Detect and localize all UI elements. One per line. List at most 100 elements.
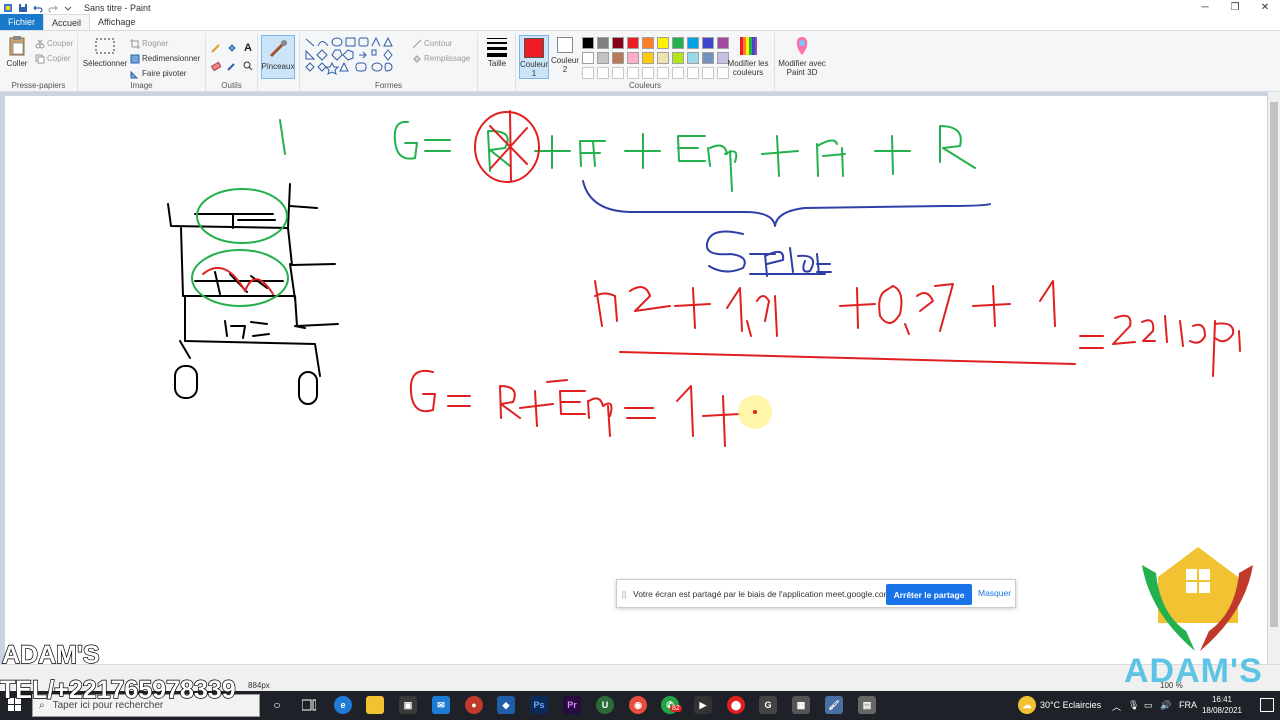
color1-button[interactable]: Couleur 1	[519, 35, 549, 79]
file-explorer-icon[interactable]	[366, 696, 384, 714]
custom-swatch[interactable]	[612, 67, 624, 79]
custom-swatch[interactable]	[582, 67, 594, 79]
drag-handle-icon[interactable]: ||	[617, 589, 631, 599]
canvas-size-readout: 884px	[248, 681, 270, 690]
network-icon[interactable]: ▭	[1144, 700, 1153, 711]
notification-icon[interactable]	[1260, 698, 1274, 712]
palette-swatch[interactable]	[612, 37, 624, 49]
mail-icon[interactable]: ✉	[432, 696, 450, 714]
recorder-icon[interactable]: ⬤	[727, 696, 745, 714]
eraser-icon[interactable]	[211, 61, 221, 71]
close-icon[interactable]: ✕	[1250, 0, 1280, 15]
media-player-icon[interactable]: ▶	[694, 696, 712, 714]
group-label-colors: Couleurs	[628, 81, 661, 90]
cursor-dot	[753, 410, 757, 414]
palette-swatch[interactable]	[702, 37, 714, 49]
palette-swatch[interactable]	[627, 37, 639, 49]
select-button[interactable]: Sélectionner	[82, 35, 128, 68]
custom-swatch[interactable]	[672, 67, 684, 79]
custom-swatch[interactable]	[687, 67, 699, 79]
cut-button[interactable]: Couper	[47, 39, 73, 48]
palette-swatch[interactable]	[642, 37, 654, 49]
fill-bucket-icon[interactable]	[227, 43, 237, 53]
edit-colors-button[interactable]: Modifier les couleurs	[724, 35, 772, 77]
tab-view[interactable]: Affichage	[90, 14, 143, 30]
undo-icon[interactable]	[33, 3, 43, 13]
magnifier-icon[interactable]	[243, 61, 253, 71]
color-picker-icon[interactable]	[227, 61, 237, 71]
restore-icon[interactable]: ❐	[1220, 0, 1250, 15]
palette-swatch[interactable]	[687, 52, 699, 64]
record-app-icon[interactable]: ●	[465, 696, 483, 714]
custom-swatch[interactable]	[642, 67, 654, 79]
green-one-stroke	[279, 119, 286, 155]
volume-icon[interactable]: 🔊	[1160, 700, 1171, 711]
paint3d-button[interactable]: Modifier avec Paint 3D	[777, 35, 827, 77]
stop-sharing-button[interactable]: Arrêter le partage	[886, 584, 972, 605]
hide-button[interactable]: Masquer	[978, 588, 1011, 598]
microphone-icon[interactable]: 🎙	[1128, 700, 1139, 711]
palette-swatch[interactable]	[597, 37, 609, 49]
paint-taskbar-icon[interactable]: 🖌	[825, 696, 843, 714]
vertical-scrollbar[interactable]	[1268, 92, 1280, 664]
building-ovals-strokes	[191, 188, 289, 307]
photoshop-icon[interactable]: Ps	[530, 696, 548, 714]
premiere-icon[interactable]: Pr	[563, 696, 581, 714]
scroll-thumb[interactable]	[1270, 102, 1278, 627]
task-view-icon[interactable]	[300, 696, 318, 714]
upwork-icon[interactable]: U	[596, 696, 614, 714]
outline-dropdown[interactable]: Contour	[424, 39, 452, 48]
custom-swatch[interactable]	[627, 67, 639, 79]
language-indicator[interactable]: FRA	[1179, 700, 1197, 710]
tablet-icon[interactable]: ▦	[792, 696, 810, 714]
group-label-clipboard: Presse-papiers	[11, 81, 66, 90]
taskbar-clock[interactable]: 16:41 18/08/2021	[1202, 694, 1242, 716]
tray-expand-icon[interactable]: ︿	[1112, 700, 1121, 713]
customize-toolbar-icon[interactable]	[63, 3, 73, 13]
fill-dropdown[interactable]: Remplissage	[424, 54, 470, 63]
screen-share-bar: || Votre écran est partagé par le biais …	[616, 579, 1016, 608]
shapes-gallery[interactable]	[304, 37, 404, 77]
palette-swatch[interactable]	[657, 37, 669, 49]
color1-swatch	[524, 38, 544, 58]
rotate-button[interactable]: Faire pivoter	[142, 69, 186, 78]
palette-swatch[interactable]	[672, 52, 684, 64]
edge-icon[interactable]: e	[334, 696, 352, 714]
palette-swatch[interactable]	[627, 52, 639, 64]
copy-button[interactable]: Copier	[47, 54, 71, 63]
brushes-button[interactable]: Pinceaux	[261, 35, 295, 79]
crop-button[interactable]: Rogner	[142, 39, 168, 48]
size-button[interactable]: Taille	[482, 35, 512, 68]
store-icon[interactable]: ▣	[399, 696, 417, 714]
chrome-icon[interactable]: ◉	[629, 696, 647, 714]
defender-icon[interactable]: ◆	[497, 696, 515, 714]
palette-swatch[interactable]	[702, 52, 714, 64]
custom-swatch[interactable]	[597, 67, 609, 79]
palette-swatch[interactable]	[657, 52, 669, 64]
minimize-icon[interactable]: ─	[1190, 0, 1220, 15]
tab-file[interactable]: Fichier	[0, 14, 44, 30]
resize-button[interactable]: Redimensionner	[142, 54, 200, 63]
palette-swatch[interactable]	[642, 52, 654, 64]
palette-swatch[interactable]	[597, 52, 609, 64]
obs-icon[interactable]: G	[759, 696, 777, 714]
tab-home[interactable]: Accueil	[43, 14, 91, 30]
save-icon[interactable]	[18, 3, 28, 13]
redo-icon[interactable]	[48, 3, 58, 13]
cortana-icon[interactable]: ○	[268, 696, 286, 714]
calculator-icon[interactable]: ▤	[858, 696, 876, 714]
palette-swatch[interactable]	[582, 52, 594, 64]
palette-swatch[interactable]	[672, 37, 684, 49]
text-tool-icon[interactable]: A	[243, 42, 253, 54]
palette-swatch[interactable]	[582, 37, 594, 49]
custom-swatch[interactable]	[657, 67, 669, 79]
group-label-image: Image	[130, 81, 153, 90]
palette-swatch[interactable]	[687, 37, 699, 49]
custom-swatch[interactable]	[702, 67, 714, 79]
blue-s-strokes	[705, 230, 832, 277]
color2-button[interactable]: Couleur 2	[550, 37, 580, 74]
paste-button[interactable]: Coller	[4, 35, 30, 68]
palette-swatch[interactable]	[612, 52, 624, 64]
weather-text[interactable]: 30°C Eclaircies	[1040, 700, 1101, 710]
pencil-icon[interactable]	[211, 43, 221, 53]
